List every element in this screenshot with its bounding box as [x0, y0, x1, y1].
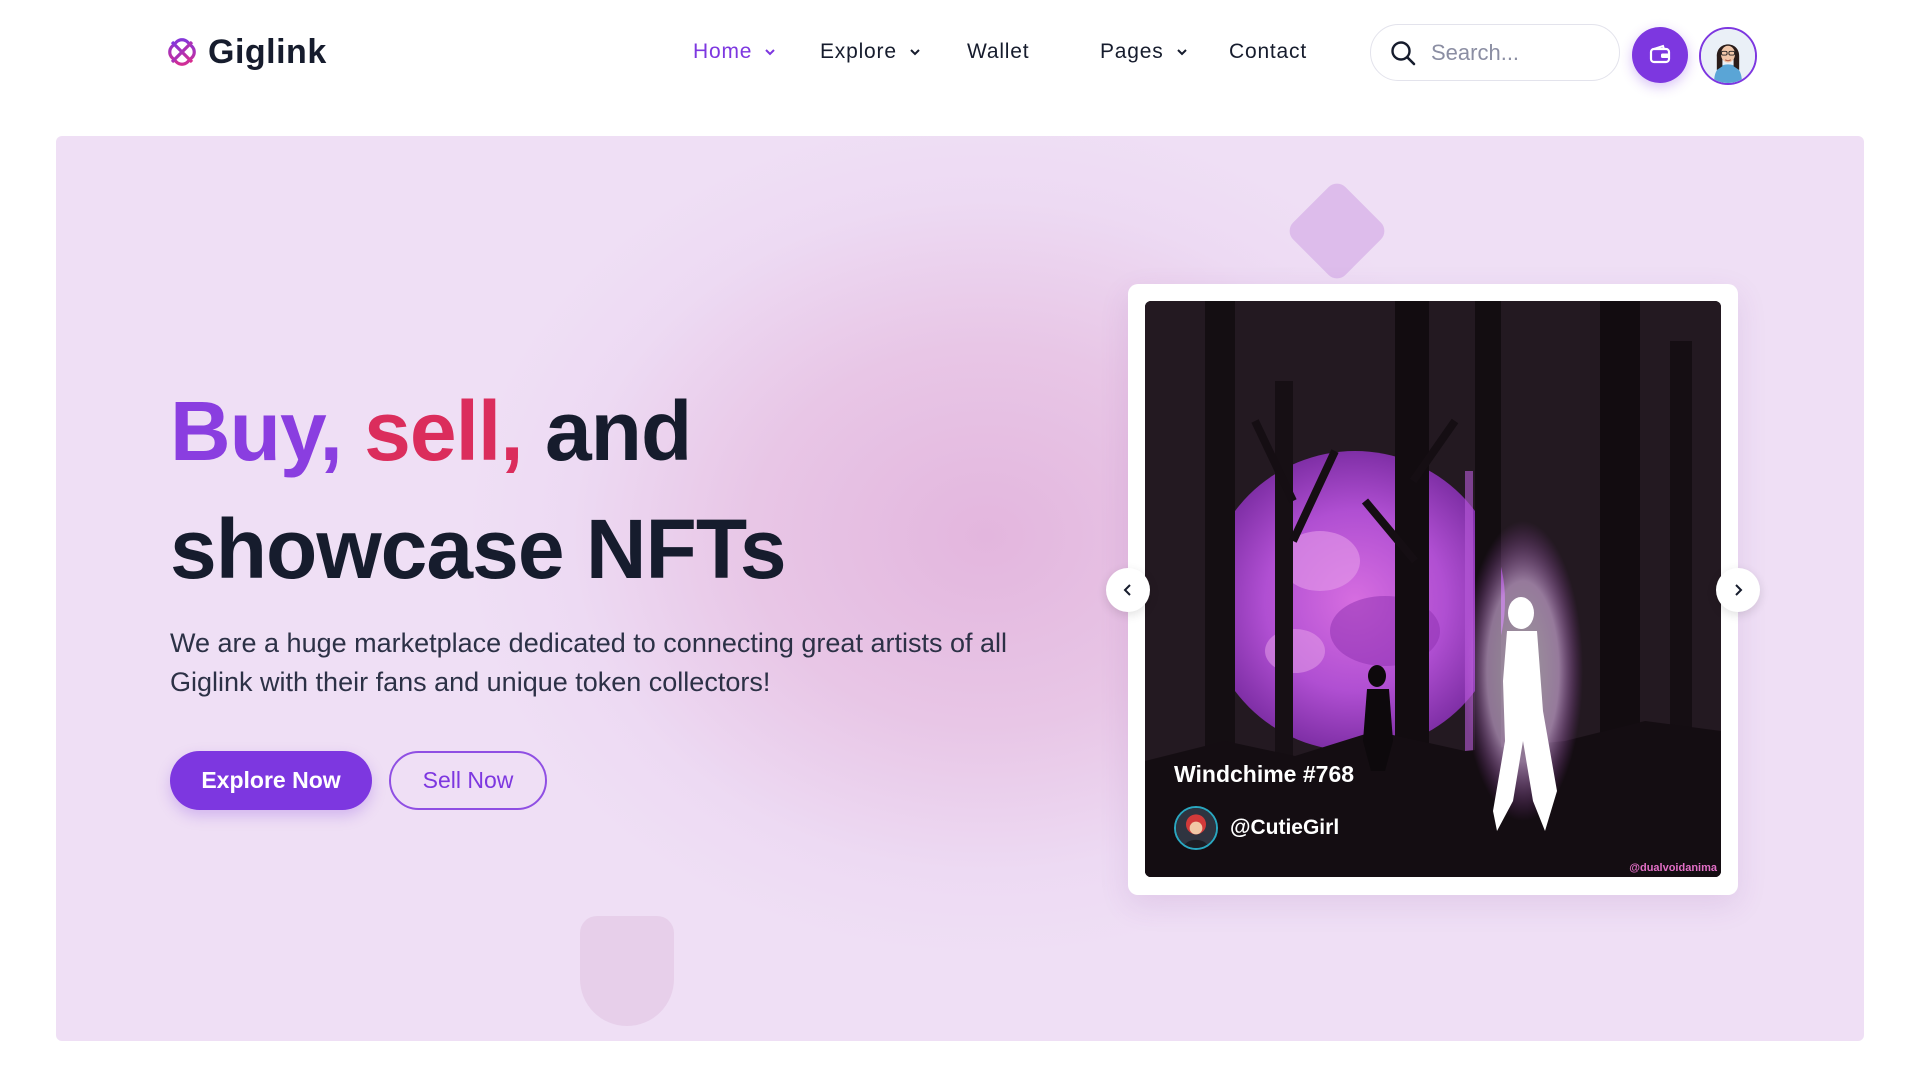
- headline-buy: Buy,: [170, 384, 343, 478]
- artwork-watermark: @dualvoidanima: [1629, 862, 1717, 874]
- chevron-down-icon: [910, 49, 920, 56]
- nft-artwork[interactable]: Windchime #768 @CutieGirl @dualvoidanima: [1145, 301, 1721, 877]
- search-icon: [1391, 40, 1416, 65]
- headline-sell: sell,: [364, 384, 523, 478]
- hero-description: We are a huge marketplace dedicated to c…: [170, 628, 1007, 697]
- nav-explore-label: Explore: [820, 40, 897, 63]
- nav-pages[interactable]: Pages: [1100, 32, 1188, 72]
- nav-contact-label: Contact: [1229, 40, 1307, 63]
- carousel-prev-button[interactable]: [1106, 568, 1150, 612]
- decorative-shape: [580, 916, 674, 1026]
- carousel-next-button[interactable]: [1716, 568, 1760, 612]
- hero-section: Buy, sell, and showcase NFTs We are a hu…: [56, 136, 1864, 1041]
- nav-explore[interactable]: Explore: [820, 32, 921, 72]
- chevron-down-icon: [1176, 49, 1187, 56]
- user-avatar[interactable]: [1699, 27, 1757, 85]
- headline-line2: showcase NFTs: [170, 502, 787, 596]
- search-input[interactable]: [1431, 39, 1601, 66]
- nav-wallet-label: Wallet: [967, 40, 1030, 63]
- wallet-icon: [1649, 44, 1671, 64]
- decorative-diamond: [1284, 178, 1390, 284]
- brand-logo[interactable]: Giglink: [166, 30, 327, 74]
- chevron-right-icon: [1735, 584, 1743, 596]
- wallet-button[interactable]: [1632, 27, 1688, 83]
- nav-home[interactable]: Home: [693, 32, 783, 72]
- brand-name: Giglink: [208, 32, 327, 71]
- nav-contact[interactable]: Contact: [1229, 32, 1307, 72]
- chevron-left-icon: [1123, 584, 1131, 596]
- nav-home-label: Home: [693, 40, 753, 63]
- nft-owner[interactable]: @CutieGirl: [1174, 806, 1339, 850]
- nft-card[interactable]: Windchime #768 @CutieGirl @dualvoidanima: [1128, 284, 1738, 895]
- search-box: [1370, 24, 1620, 81]
- explore-now-button[interactable]: Explore Now: [170, 751, 372, 810]
- owner-avatar-image: [1176, 808, 1216, 848]
- chevron-down-icon: [765, 49, 775, 56]
- owner-avatar: [1174, 806, 1218, 850]
- owner-handle: @CutieGirl: [1230, 816, 1340, 839]
- nav-pages-label: Pages: [1100, 40, 1164, 63]
- user-avatar-icon: [1701, 29, 1755, 83]
- logo-icon: [168, 38, 196, 66]
- nav-wallet[interactable]: Wallet: [967, 32, 1029, 72]
- main-nav: Home Explore Wallet Pages Contact: [693, 32, 1306, 72]
- headline-and: and: [544, 384, 692, 478]
- site-header: Giglink Home Explore Wallet Pages Contac…: [0, 0, 1920, 110]
- nft-title: Windchime #768: [1174, 761, 1355, 787]
- hero-headline: Buy, sell, and showcase NFTs: [170, 372, 787, 608]
- sell-now-button[interactable]: Sell Now: [389, 751, 547, 810]
- nft-artwork-image: [1145, 301, 1721, 877]
